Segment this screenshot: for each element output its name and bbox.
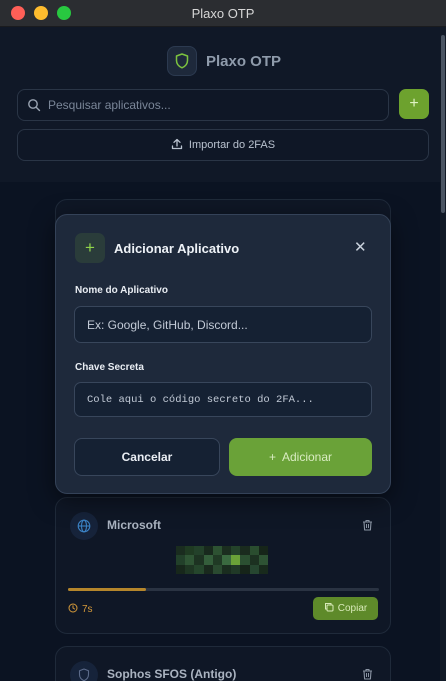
time-remaining-text: 7s	[82, 604, 93, 615]
add-button-label: Adicionar	[281, 450, 333, 464]
account-name: Microsoft	[107, 518, 161, 532]
search-icon	[27, 98, 41, 117]
trash-icon[interactable]	[362, 667, 373, 681]
add-app-dialog: + Adicionar Aplicativo ✕ Nome do Aplicat…	[55, 214, 391, 494]
dialog-title: Adicionar Aplicativo	[114, 241, 240, 256]
search-input[interactable]	[48, 90, 378, 120]
account-card: Microsoft 7s Copiar	[55, 497, 391, 634]
name-field-label: Nome do Aplicativo	[75, 285, 168, 296]
secret-field-label: Chave Secreta	[75, 362, 144, 373]
close-icon[interactable]: ✕	[354, 240, 367, 256]
window-title: Plaxo OTP	[191, 6, 255, 21]
otp-code-blurred[interactable]	[176, 546, 268, 574]
scrollbar[interactable]	[440, 27, 446, 681]
plus-icon: +	[75, 233, 105, 263]
app-header: Plaxo OTP + Importar do 2FAS	[0, 27, 440, 182]
search-bar	[17, 89, 389, 121]
account-card: Sophos SFOS (Antigo)	[55, 646, 391, 681]
title-bar: Plaxo OTP	[0, 0, 446, 27]
time-progress-bar	[68, 588, 379, 591]
copy-icon	[324, 602, 334, 615]
copy-button[interactable]: Copiar	[313, 597, 378, 620]
app-name-input[interactable]	[74, 306, 372, 343]
time-progress-fill	[68, 588, 146, 591]
shield-logo-icon	[167, 46, 197, 76]
copy-label: Copiar	[337, 603, 368, 614]
confirm-add-button[interactable]: + Adicionar	[229, 438, 372, 476]
globe-icon	[70, 512, 98, 540]
trash-icon[interactable]	[362, 518, 373, 536]
shield-icon	[70, 661, 98, 681]
plus-icon: +	[409, 95, 419, 112]
account-name: Sophos SFOS (Antigo)	[107, 667, 237, 681]
app-name: Plaxo OTP	[206, 53, 282, 70]
scrollbar-thumb[interactable]	[441, 35, 445, 213]
import-2fas-button[interactable]: Importar do 2FAS	[17, 129, 429, 161]
import-label: Importar do 2FAS	[188, 139, 276, 151]
plus-icon: +	[268, 450, 276, 464]
upload-icon	[171, 138, 183, 153]
add-app-button[interactable]: +	[399, 89, 429, 119]
time-remaining: 7s	[68, 603, 93, 616]
secret-key-input[interactable]	[74, 382, 372, 417]
cancel-button[interactable]: Cancelar	[74, 438, 220, 476]
clock-icon	[68, 603, 78, 616]
